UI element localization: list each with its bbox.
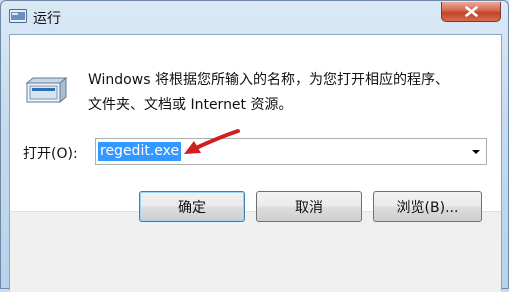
run-dialog-icon (9, 9, 27, 23)
title-bar[interactable]: 运行 (1, 1, 509, 33)
run-program-icon (25, 76, 68, 104)
description-line-2: 文件夹、文档或 Internet 资源。 (88, 97, 293, 113)
ok-button[interactable]: 确定 (139, 191, 245, 222)
dialog-description: Windows 将根据您所输入的名称，为您打开相应的程序、 文件夹、文档或 In… (88, 68, 498, 118)
button-area (10, 211, 501, 292)
window-title: 运行 (33, 11, 61, 27)
open-label: 打开(O): (23, 146, 78, 162)
cancel-button[interactable]: 取消 (256, 191, 362, 222)
browse-button[interactable]: 浏览(B)... (373, 191, 482, 222)
close-button[interactable] (441, 2, 501, 22)
chevron-down-icon (472, 150, 480, 154)
command-input[interactable] (98, 141, 458, 162)
red-arrow-annotation (184, 129, 240, 154)
dropdown-button[interactable] (466, 139, 486, 164)
description-line-1: Windows 将根据您所输入的名称，为您打开相应的程序、 (88, 72, 449, 88)
dialog-body: Windows 将根据您所输入的名称，为您打开相应的程序、 文件夹、文档或 In… (9, 34, 502, 292)
command-combobox[interactable]: regedit.exe (95, 138, 487, 165)
close-icon (465, 6, 478, 17)
run-dialog-window: 运行 Windows 将根据您所输入的名称，为您打开相应的程序、 文件夹、文档或… (0, 0, 509, 292)
